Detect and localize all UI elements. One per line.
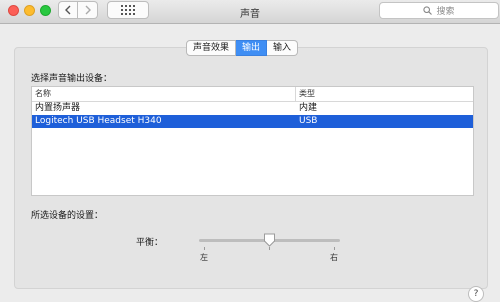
balance-left-label: 左: [200, 253, 208, 262]
device-name: 内置扬声器: [35, 103, 81, 113]
search-icon: [423, 6, 433, 15]
device-type: 内建: [299, 103, 318, 113]
balance-label: 平衡：: [136, 238, 164, 248]
slider-tick-left: [204, 247, 205, 250]
tab-input[interactable]: 输入: [267, 40, 299, 56]
help-button[interactable]: ?: [468, 286, 484, 302]
device-settings-label: 所选设备的设置：: [31, 211, 104, 221]
device-type: USB: [299, 116, 318, 126]
device-name: Logitech USB Headset H340: [35, 116, 162, 126]
column-header-type[interactable]: 类型: [296, 87, 315, 101]
balance-right-label: 右: [330, 253, 338, 262]
table-row-selected[interactable]: Logitech USB Headset H340 USB: [32, 115, 473, 128]
tab-output[interactable]: 输出: [236, 40, 268, 56]
output-device-table[interactable]: 名称 类型 内置扬声器 内建 Logitech USB Headset H340…: [31, 86, 474, 196]
search-placeholder: 搜索: [436, 7, 455, 17]
table-header: 名称 类型: [32, 87, 473, 102]
tab-bar: 声音效果 输出 输入: [186, 40, 299, 56]
table-row[interactable]: 内置扬声器 内建: [32, 102, 473, 115]
title-bar: 声音 搜索: [0, 0, 500, 24]
column-header-name[interactable]: 名称: [32, 87, 296, 101]
search-field[interactable]: 搜索: [379, 2, 499, 19]
slider-tick-right: [334, 247, 335, 250]
output-device-label: 选择声音输出设备：: [31, 74, 113, 84]
slider-tick-center: [269, 247, 270, 250]
balance-slider-knob[interactable]: [263, 233, 276, 247]
tab-sound-effects[interactable]: 声音效果: [186, 40, 237, 56]
